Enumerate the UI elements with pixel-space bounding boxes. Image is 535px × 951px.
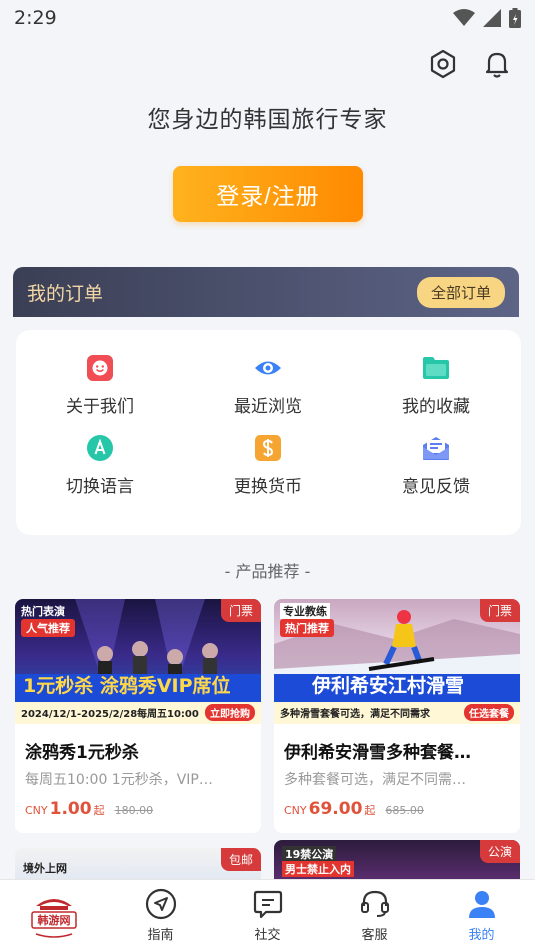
tab-label: 社交 [254, 928, 281, 943]
menu-label: 意见反馈 [402, 477, 470, 497]
logo-icon: 韩游网 [30, 898, 77, 938]
navigation-icon [145, 888, 176, 920]
product-tag: 门票 [479, 599, 520, 622]
banner-date: 2024/12/1-2025/2/28 [21, 709, 138, 720]
chat-icon [253, 890, 282, 919]
product-price: CNY 1.00 起 180.00 [15, 799, 163, 819]
language-icon [87, 435, 113, 461]
tab-label: 指南 [147, 928, 174, 943]
recommend-title: - 产品推荐 - [224, 562, 311, 581]
partial-label: 境外上网 [23, 862, 67, 875]
banner-top-label: 专业教练 [280, 603, 330, 619]
headset-icon [360, 890, 389, 917]
price-amount: 69.00 [308, 799, 363, 819]
signal-icon [483, 9, 501, 27]
price-currency: CNY [284, 804, 307, 817]
smile-icon [87, 355, 113, 381]
banner-hot-label: 热门推荐 [280, 619, 334, 637]
menu-label: 我的收藏 [402, 397, 470, 417]
price-original: 685.00 [385, 804, 424, 817]
all-orders-button[interactable]: 全部订单 [416, 276, 505, 308]
tab-mine[interactable]: 我的 [428, 880, 535, 951]
eye-icon [255, 361, 281, 375]
banner-headline: 1元秒杀 涂鸦秀VIP席位 [23, 675, 231, 697]
wifi-icon [453, 9, 475, 26]
menu-item-feedback[interactable]: 意见反馈 [352, 434, 520, 497]
menu-label: 关于我们 [66, 397, 134, 417]
product-title: 涂鸦秀1元秒杀 [25, 743, 139, 763]
tab-home-logo[interactable]: 韩游网 [0, 880, 107, 951]
price-suffix: 起 [364, 804, 376, 817]
menu-item-about[interactable]: 关于我们 [16, 354, 184, 417]
partial-label: 19禁公演 [282, 846, 337, 862]
top-actions [427, 48, 513, 80]
banner-top-label: 热门表演 [21, 605, 65, 618]
price-original: 180.00 [114, 804, 154, 817]
status-bar: 2:29 [0, 0, 535, 36]
menu-item-favorites[interactable]: 我的收藏 [352, 354, 520, 417]
status-time: 2:29 [14, 7, 57, 29]
menu-label: 最近浏览 [234, 397, 302, 417]
product-tag: 公演 [479, 840, 520, 863]
menu-item-currency[interactable]: 更换货币 [184, 434, 352, 497]
product-tag: 包邮 [220, 848, 261, 871]
banner-headline: 伊利希安江村滑雪 [312, 675, 465, 697]
tab-label: 客服 [361, 928, 388, 943]
price-suffix: 起 [93, 804, 105, 817]
menu-label: 更换货币 [234, 477, 302, 497]
tab-bar: 韩游网 指南 社交 客服 我的 [0, 879, 535, 951]
price-currency: CNY [25, 804, 48, 817]
tab-social[interactable]: 社交 [214, 880, 321, 951]
product-price: CNY 69.00 起 685.00 [274, 799, 434, 819]
battery-icon [509, 8, 521, 28]
settings-icon[interactable] [427, 48, 459, 80]
product-desc: 多种套餐可选，满足不同需… [284, 772, 466, 788]
price-amount: 1.00 [49, 799, 92, 819]
product-desc: 每周五10:00 1元秒杀，VIP… [25, 772, 213, 788]
product-banner: 专业教练 热门推荐 伊利希安江村滑雪 多种滑雪套餐可选，满足不同需求 任选套餐 … [274, 599, 520, 724]
tab-label: 我的 [468, 928, 495, 943]
partial-sub: 男士禁止入内 [282, 861, 354, 877]
slogan: 您身边的韩国旅行专家 [147, 107, 388, 133]
banner-cta: 任选套餐 [464, 704, 514, 721]
orders-header: 我的订单 全部订单 [13, 267, 519, 317]
menu-item-language[interactable]: 切换语言 [16, 434, 184, 497]
banner-cta: 立即抢购 [205, 704, 255, 721]
tab-service[interactable]: 客服 [321, 880, 428, 951]
product-card-partial[interactable]: 19禁公演 男士禁止入内 公演 [274, 840, 520, 880]
product-title: 伊利希安滑雪多种套餐… [284, 743, 471, 763]
menu-item-recent[interactable]: 最近浏览 [184, 354, 352, 417]
banner-sub: 多种滑雪套餐可选，满足不同需求 [280, 709, 430, 720]
currency-icon [255, 435, 281, 461]
tab-guide[interactable]: 指南 [107, 880, 214, 951]
product-card[interactable]: 热门表演 人气推荐 1元秒杀 涂鸦秀VIP席位 2024/12/1-2025/2… [15, 599, 261, 833]
feedback-icon [423, 437, 449, 460]
product-tag: 门票 [220, 599, 261, 622]
menu-label: 切换语言 [66, 477, 134, 497]
menu-card: 关于我们 最近浏览 我的收藏 切换语言 更换货币 意见反馈 [16, 330, 521, 535]
system-icons [453, 8, 521, 28]
folder-icon [423, 357, 449, 379]
product-card[interactable]: 专业教练 热门推荐 伊利希安江村滑雪 多种滑雪套餐可选，满足不同需求 任选套餐 … [274, 599, 520, 833]
product-banner: 热门表演 人气推荐 1元秒杀 涂鸦秀VIP席位 2024/12/1-2025/2… [15, 599, 261, 724]
person-icon [468, 891, 495, 918]
banner-hot-label: 人气推荐 [21, 619, 75, 637]
logo-text: 韩游网 [37, 913, 70, 927]
bell-icon[interactable] [481, 48, 513, 80]
orders-title: 我的订单 [27, 282, 104, 305]
banner-schedule: 每周五10:00 [137, 709, 199, 720]
login-register-button[interactable]: 登录/注册 [173, 166, 363, 222]
